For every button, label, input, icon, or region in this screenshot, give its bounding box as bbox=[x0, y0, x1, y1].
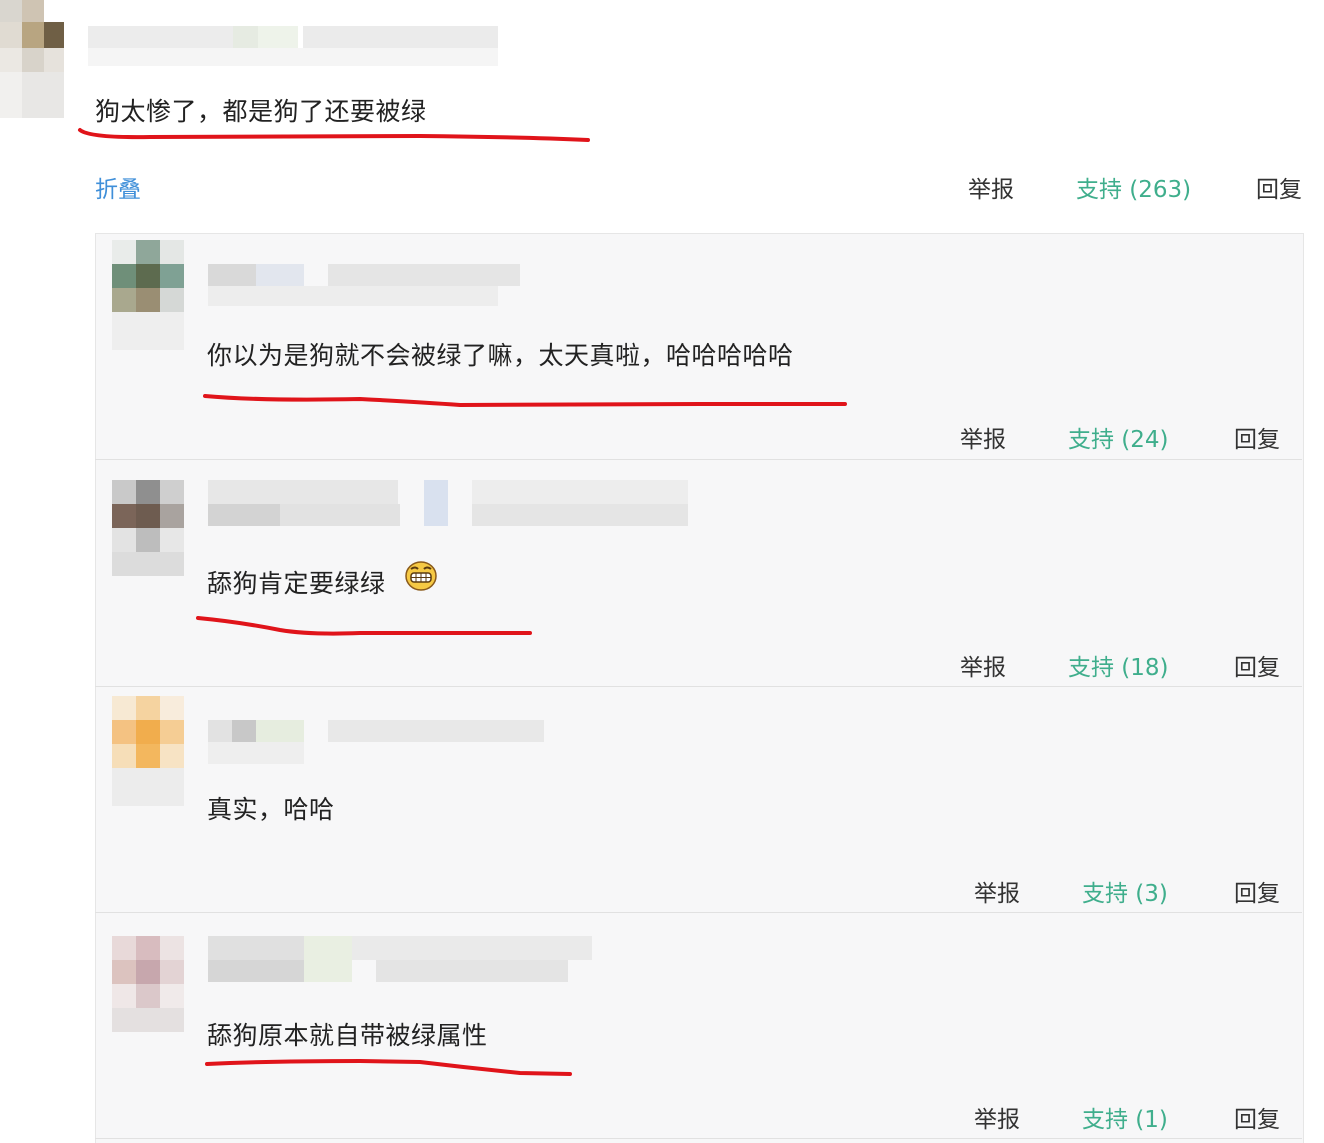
red-underline bbox=[203, 394, 847, 408]
red-underline-annotations bbox=[78, 128, 847, 1076]
red-underline bbox=[78, 128, 590, 142]
red-underline bbox=[196, 616, 532, 636]
red-underline bbox=[205, 1058, 572, 1076]
